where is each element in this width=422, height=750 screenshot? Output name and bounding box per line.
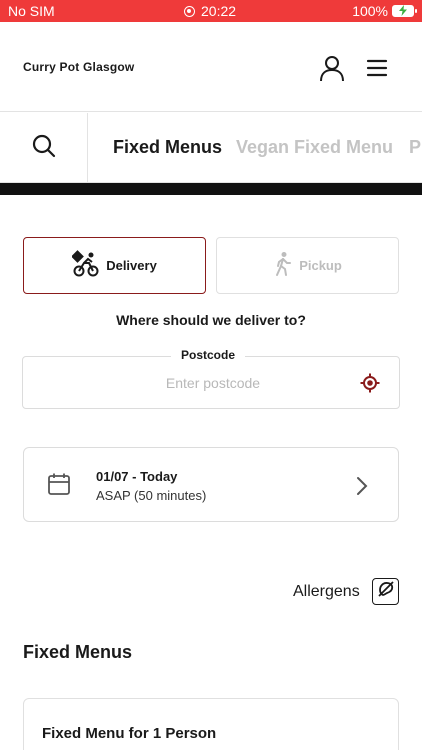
delivery-button[interactable]: Delivery — [23, 237, 206, 294]
tab-fixed-menus[interactable]: Fixed Menus — [113, 137, 222, 158]
store-name: Curry Pot Glasgow — [23, 60, 135, 74]
delivery-bike-icon — [71, 250, 100, 281]
locate-icon[interactable] — [360, 373, 380, 393]
account-icon[interactable] — [318, 54, 346, 82]
schedule-time: ASAP (50 minutes) — [96, 488, 207, 503]
postcode-label: Postcode — [171, 348, 246, 362]
menu-item-card[interactable]: Fixed Menu for 1 Person — [23, 698, 399, 750]
tab-vegan-fixed-menu[interactable]: Vegan Fixed Menu — [236, 137, 393, 158]
menu-item-title: Fixed Menu for 1 Person — [42, 725, 217, 742]
status-right: 100% — [352, 3, 417, 19]
postcode-field — [22, 356, 400, 409]
chevron-right-icon — [356, 476, 368, 501]
search-button[interactable] — [0, 113, 88, 182]
tab-next[interactable]: P — [409, 137, 421, 158]
calendar-icon — [47, 472, 71, 501]
battery-icon — [392, 5, 417, 17]
pickup-walk-icon — [273, 251, 293, 280]
section-title: Fixed Menus — [23, 642, 133, 662]
search-icon — [31, 133, 57, 164]
category-tabs: Fixed Menus Vegan Fixed Menu P — [0, 113, 422, 183]
allergens-label: Allergens — [293, 583, 360, 600]
status-center: 20:22 — [184, 3, 236, 19]
pickup-label: Pickup — [299, 258, 342, 273]
delivery-question: Where should we deliver to? — [116, 312, 306, 328]
carrier-label: No SIM — [8, 3, 55, 19]
delivery-label: Delivery — [106, 258, 157, 273]
pickup-button[interactable]: Pickup — [216, 237, 399, 294]
schedule-date: 01/07 - Today — [96, 469, 178, 484]
allergens-button[interactable] — [372, 578, 399, 605]
battery-percent: 100% — [352, 3, 388, 19]
postcode-input[interactable] — [83, 371, 343, 395]
allergens-icon — [377, 580, 395, 603]
status-time: 20:22 — [201, 3, 237, 19]
header-divider-band — [0, 183, 422, 195]
schedule-selector[interactable]: 01/07 - Today ASAP (50 minutes) — [23, 447, 399, 522]
hamburger-menu-icon[interactable] — [364, 56, 390, 80]
app-header: Curry Pot Glasgow — [0, 22, 422, 112]
record-icon — [184, 5, 195, 17]
status-bar: No SIM 20:22 100% — [0, 0, 422, 22]
